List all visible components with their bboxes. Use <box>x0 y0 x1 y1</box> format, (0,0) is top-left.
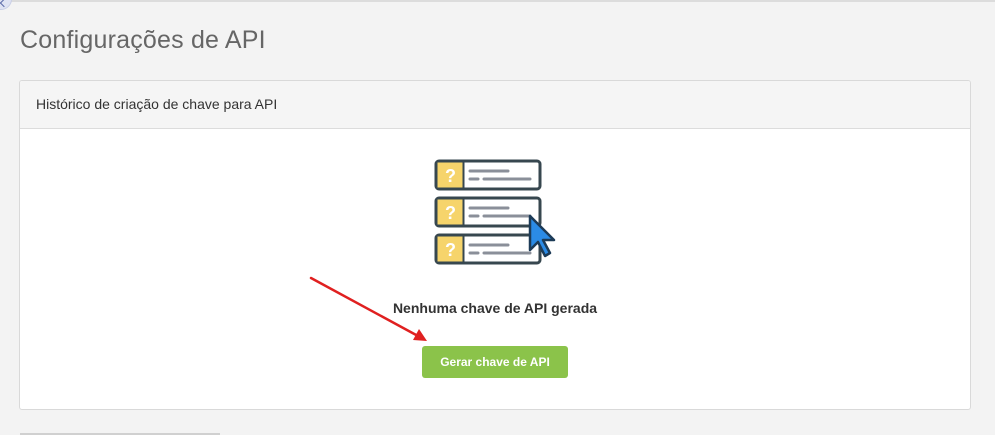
empty-state-message: Nenhuma chave de API gerada <box>392 300 598 316</box>
key-card-1: ? <box>434 159 542 191</box>
red-arrow-annotation <box>309 276 427 341</box>
sidebar-collapse-toggle[interactable] <box>0 0 12 10</box>
api-key-history-panel: Histórico de criação de chave para API ?… <box>19 80 971 410</box>
svg-text:?: ? <box>445 240 456 260</box>
panel-heading: Histórico de criação de chave para API <box>20 81 970 129</box>
svg-text:?: ? <box>445 166 456 186</box>
svg-text:?: ? <box>445 203 456 223</box>
empty-api-keys-illustration: ? ? ? <box>434 159 556 265</box>
key-card-2: ? <box>434 196 542 228</box>
key-card-3: ? <box>434 233 542 265</box>
chevron-left-icon <box>0 0 9 8</box>
top-divider <box>0 0 995 2</box>
page-title: Configurações de API <box>20 26 266 54</box>
